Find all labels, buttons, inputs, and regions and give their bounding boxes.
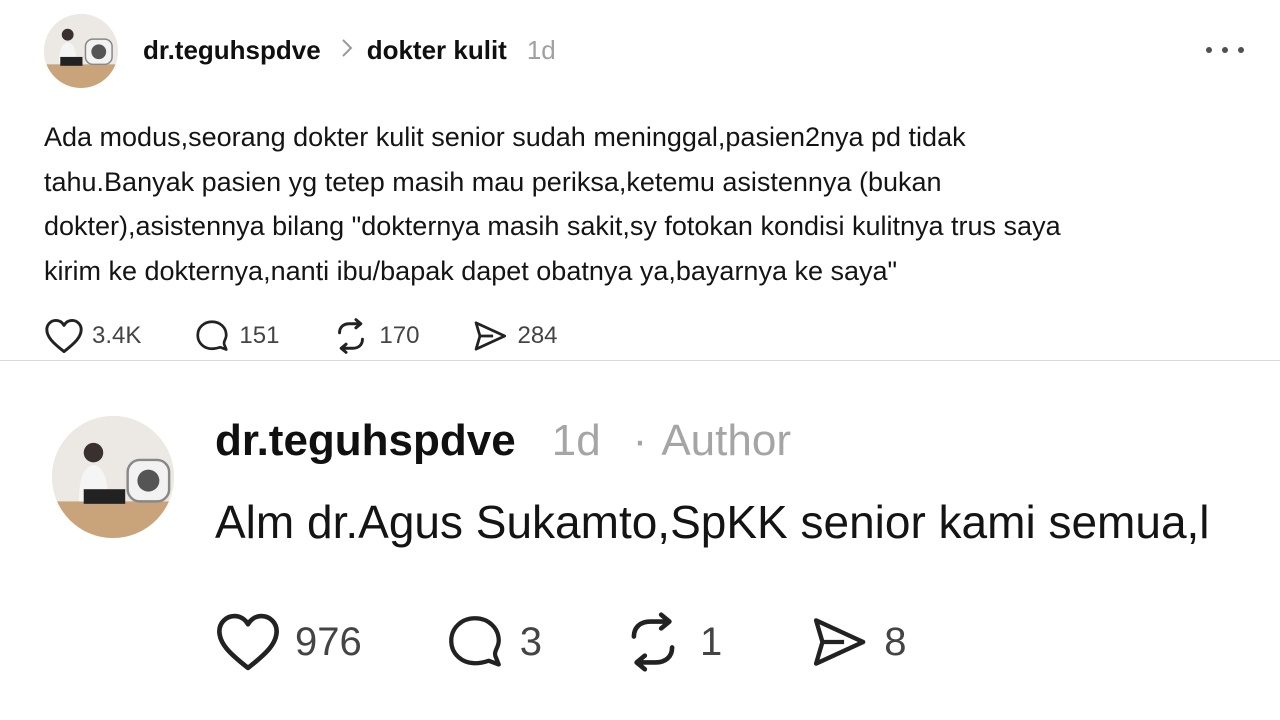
- heart-icon: [217, 613, 279, 671]
- repost-icon: [338, 318, 365, 354]
- like-count: 3.4K: [92, 322, 142, 349]
- divider: [0, 360, 1280, 361]
- more-dot: [1206, 47, 1212, 53]
- avatar-photo: [44, 14, 118, 88]
- username-link[interactable]: dr.teguhspdve: [215, 416, 516, 466]
- repost-button[interactable]: 170: [331, 318, 419, 354]
- like-button[interactable]: 976: [215, 612, 362, 672]
- topic-link[interactable]: dokter kulit: [367, 35, 507, 66]
- reply-actions: 976 3 1 8: [215, 610, 907, 674]
- chevron-right-icon: [341, 38, 353, 63]
- share-button[interactable]: 8: [808, 614, 907, 670]
- more-dot: [1222, 47, 1228, 53]
- avatar-photo: [52, 416, 174, 538]
- username-link[interactable]: dr.teguhspdve: [143, 35, 321, 66]
- share-button[interactable]: 284: [471, 319, 558, 353]
- reply-button[interactable]: 3: [444, 612, 542, 672]
- share-send-icon: [475, 321, 507, 351]
- repost-button[interactable]: 1: [620, 612, 722, 672]
- reply-text: Alm dr.Agus Sukamto,SpKK senior kami sem…: [215, 496, 1210, 548]
- comment-icon: [196, 320, 228, 351]
- comment-icon: [448, 616, 501, 667]
- reply-header: dr.teguhspdve 1d · Author: [215, 412, 791, 470]
- repost-count: 170: [379, 322, 420, 349]
- avatar[interactable]: [44, 14, 118, 88]
- more-dot: [1238, 47, 1244, 53]
- repost-count: 1: [700, 619, 723, 664]
- like-count: 976: [295, 619, 362, 664]
- post-actions: 3.4K 151 170 284: [44, 316, 558, 356]
- author-badge: Author: [661, 416, 791, 465]
- share-count: 284: [517, 322, 558, 349]
- avatar[interactable]: [52, 416, 174, 538]
- repost-icon: [631, 612, 675, 672]
- like-button[interactable]: 3.4K: [44, 318, 141, 354]
- separator-dot: ·: [632, 416, 648, 465]
- post-header: dr.teguhspdve dokter kulit 1d: [143, 30, 556, 70]
- reply-button[interactable]: 151: [193, 318, 279, 354]
- heart-icon: [45, 318, 83, 354]
- post-timestamp[interactable]: 1d: [527, 35, 556, 66]
- reply-count: 3: [519, 619, 542, 664]
- share-send-icon: [814, 618, 866, 666]
- more-options-icon[interactable]: [1206, 38, 1244, 62]
- share-count: 8: [884, 619, 907, 664]
- post-text: Ada modus,seorang dokter kulit senior su…: [44, 122, 1061, 286]
- reply-count: 151: [239, 322, 280, 349]
- reply-timestamp[interactable]: 1d: [552, 416, 601, 466]
